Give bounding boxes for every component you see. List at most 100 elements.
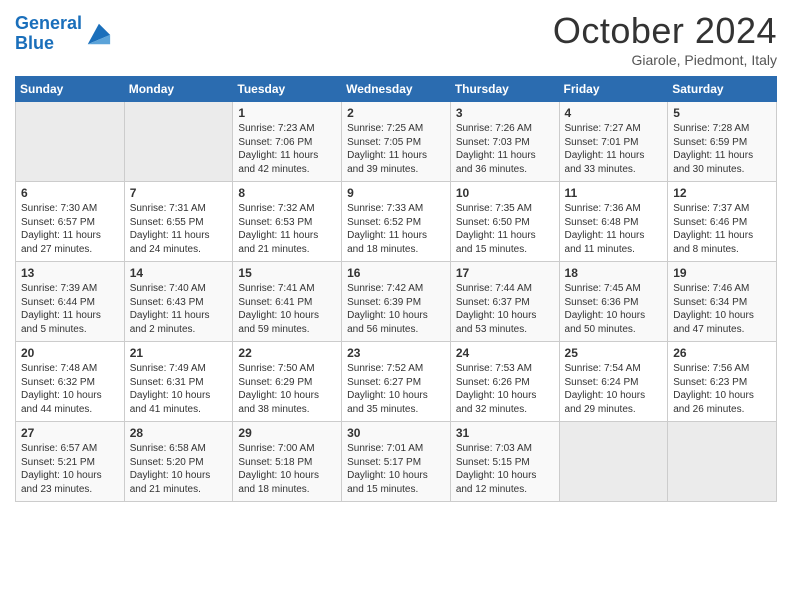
calendar-cell: 18 Sunrise: 7:45 AM Sunset: 6:36 PM Dayl… [559,262,668,342]
calendar-cell: 15 Sunrise: 7:41 AM Sunset: 6:41 PM Dayl… [233,262,342,342]
sunrise-text: Sunrise: 7:26 AM [456,122,554,136]
month-title: October 2024 [553,10,777,52]
day-number: 19 [673,266,771,280]
daylight-text: Daylight: 10 hours and 38 minutes. [238,389,336,416]
sunset-text: Sunset: 6:23 PM [673,376,771,390]
sunrise-text: Sunrise: 7:56 AM [673,362,771,376]
day-number: 11 [565,186,663,200]
day-number: 29 [238,426,336,440]
daylight-text: Daylight: 11 hours and 27 minutes. [21,229,119,256]
sunset-text: Sunset: 6:34 PM [673,296,771,310]
calendar-cell: 27 Sunrise: 6:57 AM Sunset: 5:21 PM Dayl… [16,422,125,502]
col-header-wednesday: Wednesday [342,77,451,102]
sunset-text: Sunset: 6:50 PM [456,216,554,230]
daylight-text: Daylight: 10 hours and 32 minutes. [456,389,554,416]
day-number: 20 [21,346,119,360]
day-number: 17 [456,266,554,280]
daylight-text: Daylight: 10 hours and 12 minutes. [456,469,554,496]
col-header-thursday: Thursday [450,77,559,102]
calendar-cell: 6 Sunrise: 7:30 AM Sunset: 6:57 PM Dayli… [16,182,125,262]
sunrise-text: Sunrise: 7:25 AM [347,122,445,136]
daylight-text: Daylight: 11 hours and 18 minutes. [347,229,445,256]
calendar-cell: 3 Sunrise: 7:26 AM Sunset: 7:03 PM Dayli… [450,102,559,182]
daylight-text: Daylight: 11 hours and 2 minutes. [130,309,228,336]
sunset-text: Sunset: 5:21 PM [21,456,119,470]
daylight-text: Daylight: 11 hours and 15 minutes. [456,229,554,256]
day-number: 16 [347,266,445,280]
calendar-cell [16,102,125,182]
day-number: 1 [238,106,336,120]
calendar-cell: 2 Sunrise: 7:25 AM Sunset: 7:05 PM Dayli… [342,102,451,182]
logo-text: General Blue [15,14,82,54]
day-number: 21 [130,346,228,360]
sunset-text: Sunset: 6:44 PM [21,296,119,310]
daylight-text: Daylight: 10 hours and 59 minutes. [238,309,336,336]
sunset-text: Sunset: 6:41 PM [238,296,336,310]
sunrise-text: Sunrise: 7:53 AM [456,362,554,376]
calendar-cell: 21 Sunrise: 7:49 AM Sunset: 6:31 PM Dayl… [124,342,233,422]
col-header-sunday: Sunday [16,77,125,102]
day-number: 31 [456,426,554,440]
col-header-monday: Monday [124,77,233,102]
sunrise-text: Sunrise: 7:28 AM [673,122,771,136]
sunrise-text: Sunrise: 7:33 AM [347,202,445,216]
day-number: 9 [347,186,445,200]
daylight-text: Daylight: 11 hours and 42 minutes. [238,149,336,176]
sunset-text: Sunset: 6:59 PM [673,136,771,150]
day-number: 6 [21,186,119,200]
daylight-text: Daylight: 11 hours and 11 minutes. [565,229,663,256]
sunrise-text: Sunrise: 6:57 AM [21,442,119,456]
sunset-text: Sunset: 6:26 PM [456,376,554,390]
col-header-friday: Friday [559,77,668,102]
sunset-text: Sunset: 7:05 PM [347,136,445,150]
sunrise-text: Sunrise: 7:39 AM [21,282,119,296]
sunset-text: Sunset: 6:36 PM [565,296,663,310]
logo-icon [84,20,112,48]
daylight-text: Daylight: 10 hours and 44 minutes. [21,389,119,416]
calendar-cell: 10 Sunrise: 7:35 AM Sunset: 6:50 PM Dayl… [450,182,559,262]
calendar-cell: 23 Sunrise: 7:52 AM Sunset: 6:27 PM Dayl… [342,342,451,422]
daylight-text: Daylight: 10 hours and 50 minutes. [565,309,663,336]
sunset-text: Sunset: 6:43 PM [130,296,228,310]
day-number: 30 [347,426,445,440]
sunrise-text: Sunrise: 7:30 AM [21,202,119,216]
sunrise-text: Sunrise: 7:01 AM [347,442,445,456]
day-number: 26 [673,346,771,360]
daylight-text: Daylight: 11 hours and 8 minutes. [673,229,771,256]
calendar-cell: 31 Sunrise: 7:03 AM Sunset: 5:15 PM Dayl… [450,422,559,502]
sunrise-text: Sunrise: 7:36 AM [565,202,663,216]
calendar-cell: 14 Sunrise: 7:40 AM Sunset: 6:43 PM Dayl… [124,262,233,342]
calendar-cell: 4 Sunrise: 7:27 AM Sunset: 7:01 PM Dayli… [559,102,668,182]
sunrise-text: Sunrise: 7:03 AM [456,442,554,456]
sunset-text: Sunset: 6:52 PM [347,216,445,230]
daylight-text: Daylight: 11 hours and 33 minutes. [565,149,663,176]
sunrise-text: Sunrise: 7:50 AM [238,362,336,376]
sunrise-text: Sunrise: 7:37 AM [673,202,771,216]
sunrise-text: Sunrise: 7:54 AM [565,362,663,376]
sunset-text: Sunset: 5:20 PM [130,456,228,470]
sunrise-text: Sunrise: 6:58 AM [130,442,228,456]
day-number: 3 [456,106,554,120]
sunrise-text: Sunrise: 7:35 AM [456,202,554,216]
day-number: 18 [565,266,663,280]
calendar-cell: 12 Sunrise: 7:37 AM Sunset: 6:46 PM Dayl… [668,182,777,262]
sunset-text: Sunset: 6:39 PM [347,296,445,310]
sunset-text: Sunset: 7:03 PM [456,136,554,150]
day-number: 22 [238,346,336,360]
sunrise-text: Sunrise: 7:40 AM [130,282,228,296]
day-number: 28 [130,426,228,440]
day-number: 5 [673,106,771,120]
sunset-text: Sunset: 6:27 PM [347,376,445,390]
sunset-text: Sunset: 7:01 PM [565,136,663,150]
calendar-cell: 16 Sunrise: 7:42 AM Sunset: 6:39 PM Dayl… [342,262,451,342]
day-number: 12 [673,186,771,200]
sunrise-text: Sunrise: 7:23 AM [238,122,336,136]
sunset-text: Sunset: 6:37 PM [456,296,554,310]
day-number: 23 [347,346,445,360]
sunset-text: Sunset: 6:48 PM [565,216,663,230]
sunrise-text: Sunrise: 7:42 AM [347,282,445,296]
calendar-cell: 1 Sunrise: 7:23 AM Sunset: 7:06 PM Dayli… [233,102,342,182]
daylight-text: Daylight: 10 hours and 18 minutes. [238,469,336,496]
calendar-cell: 19 Sunrise: 7:46 AM Sunset: 6:34 PM Dayl… [668,262,777,342]
sunset-text: Sunset: 6:53 PM [238,216,336,230]
